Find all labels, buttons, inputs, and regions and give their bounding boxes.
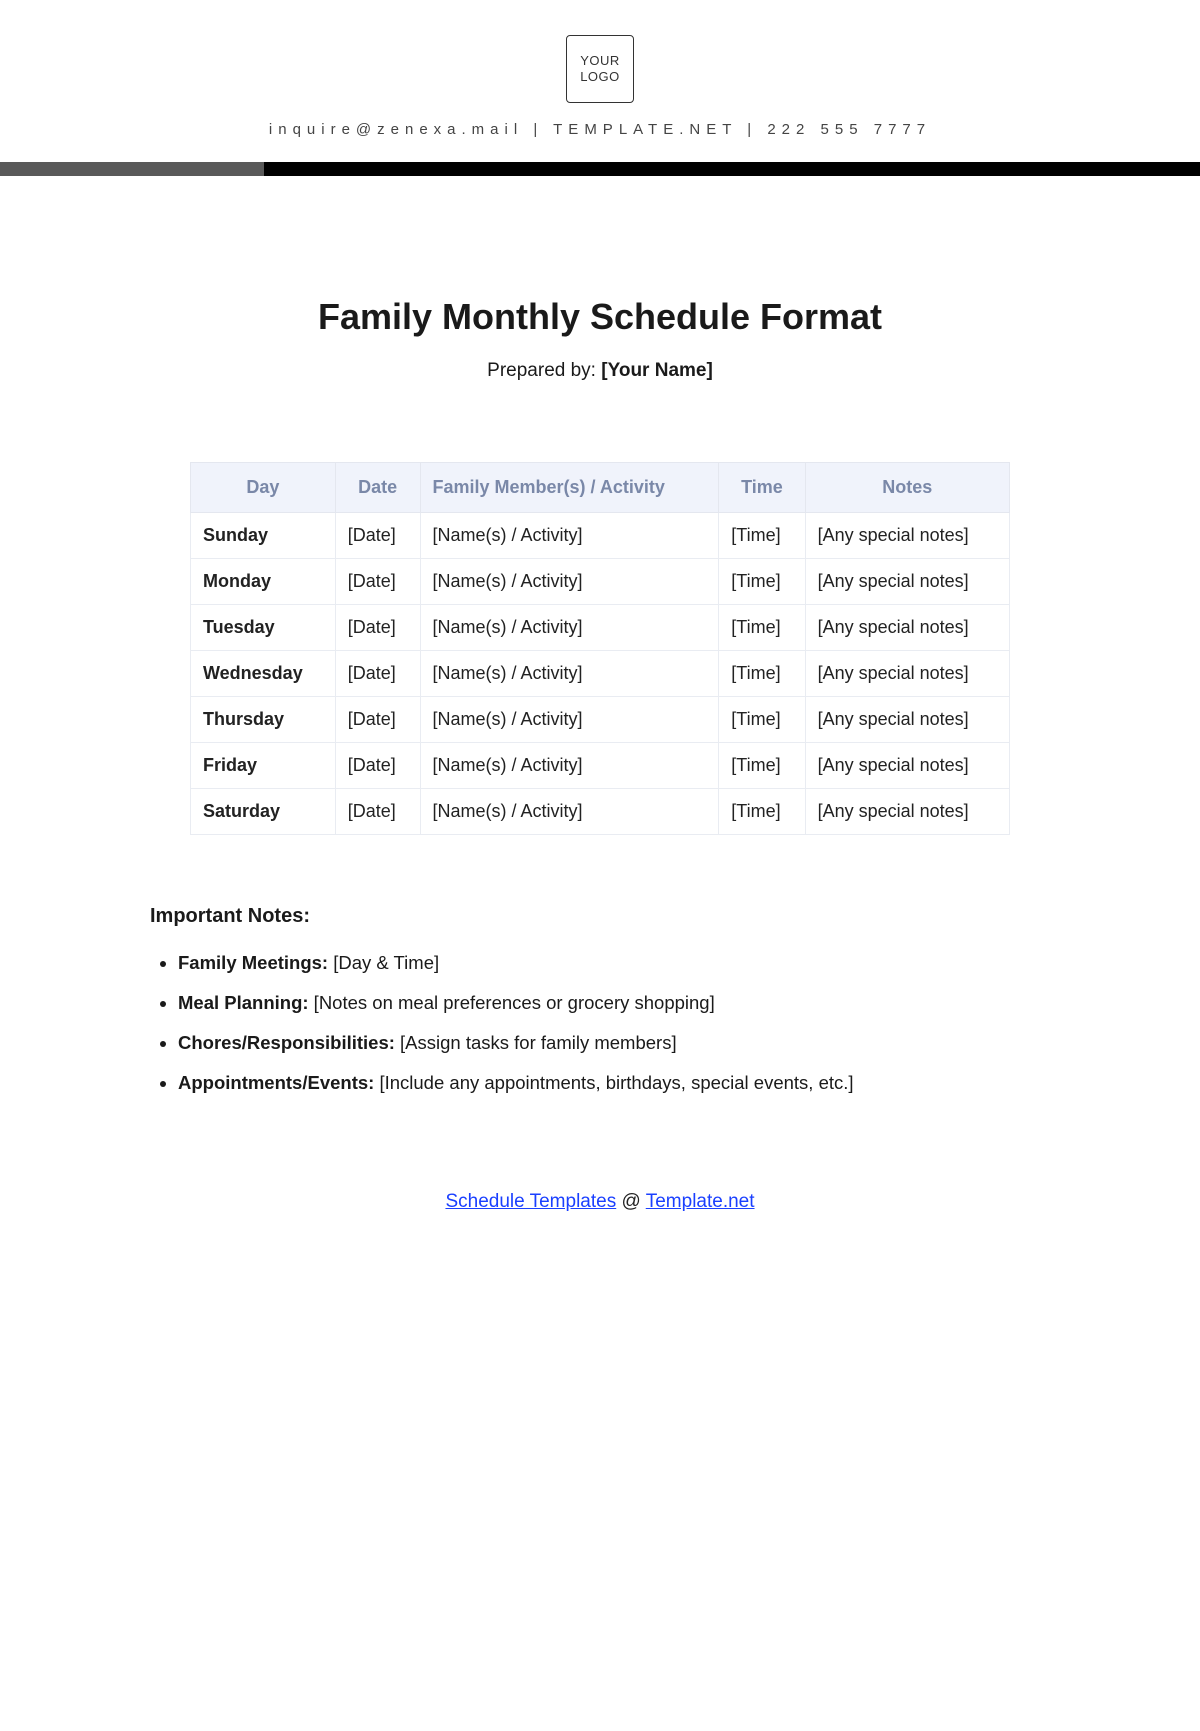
cell-date: [Date]: [335, 513, 420, 559]
cell-day: Sunday: [191, 513, 336, 559]
cell-notes: [Any special notes]: [805, 697, 1009, 743]
cell-time: [Time]: [719, 743, 805, 789]
cell-activity: [Name(s) / Activity]: [420, 559, 719, 605]
table-row: Tuesday[Date][Name(s) / Activity][Time][…: [191, 605, 1010, 651]
cell-date: [Date]: [335, 697, 420, 743]
table-header-row: Day Date Family Member(s) / Activity Tim…: [191, 463, 1010, 513]
note-value: [Notes on meal preferences or grocery sh…: [309, 992, 715, 1013]
main-content: Family Monthly Schedule Format Prepared …: [135, 296, 1065, 1213]
table-row: Friday[Date][Name(s) / Activity][Time][A…: [191, 743, 1010, 789]
logo-line-2: LOGO: [580, 69, 620, 85]
divider-segment-gray: [0, 162, 264, 176]
cell-date: [Date]: [335, 559, 420, 605]
col-notes: Notes: [805, 463, 1009, 513]
col-time: Time: [719, 463, 805, 513]
col-activity: Family Member(s) / Activity: [420, 463, 719, 513]
document-page: YOUR LOGO inquire@zenexa.mail | TEMPLATE…: [0, 35, 1200, 1213]
cell-time: [Time]: [719, 605, 805, 651]
cell-notes: [Any special notes]: [805, 743, 1009, 789]
cell-time: [Time]: [719, 789, 805, 835]
notes-section: Important Notes: Family Meetings: [Day &…: [150, 905, 1050, 1096]
table-row: Wednesday[Date][Name(s) / Activity][Time…: [191, 651, 1010, 697]
list-item: Meal Planning: [Notes on meal preference…: [178, 990, 1050, 1016]
divider-segment-black: [264, 162, 1200, 176]
table-row: Saturday[Date][Name(s) / Activity][Time]…: [191, 789, 1010, 835]
cell-time: [Time]: [719, 559, 805, 605]
col-date: Date: [335, 463, 420, 513]
cell-time: [Time]: [719, 697, 805, 743]
cell-date: [Date]: [335, 651, 420, 697]
cell-notes: [Any special notes]: [805, 789, 1009, 835]
footer-link-template-net[interactable]: Template.net: [646, 1191, 755, 1212]
cell-activity: [Name(s) / Activity]: [420, 513, 719, 559]
cell-notes: [Any special notes]: [805, 559, 1009, 605]
list-item: Appointments/Events: [Include any appoin…: [178, 1070, 1050, 1096]
cell-activity: [Name(s) / Activity]: [420, 697, 719, 743]
table-row: Monday[Date][Name(s) / Activity][Time][A…: [191, 559, 1010, 605]
note-value: [Assign tasks for family members]: [395, 1032, 677, 1053]
cell-time: [Time]: [719, 651, 805, 697]
cell-activity: [Name(s) / Activity]: [420, 743, 719, 789]
cell-activity: [Name(s) / Activity]: [420, 651, 719, 697]
cell-date: [Date]: [335, 789, 420, 835]
note-key: Meal Planning:: [178, 992, 309, 1013]
note-value: [Include any appointments, birthdays, sp…: [374, 1072, 853, 1093]
cell-day: Saturday: [191, 789, 336, 835]
logo-line-1: YOUR: [580, 53, 620, 69]
list-item: Chores/Responsibilities: [Assign tasks f…: [178, 1030, 1050, 1056]
cell-notes: [Any special notes]: [805, 605, 1009, 651]
table-row: Sunday[Date][Name(s) / Activity][Time][A…: [191, 513, 1010, 559]
table-row: Thursday[Date][Name(s) / Activity][Time]…: [191, 697, 1010, 743]
cell-activity: [Name(s) / Activity]: [420, 789, 719, 835]
logo-placeholder: YOUR LOGO: [566, 35, 634, 103]
note-key: Appointments/Events:: [178, 1072, 374, 1093]
prepared-by-label: Prepared by:: [487, 360, 601, 381]
cell-day: Thursday: [191, 697, 336, 743]
prepared-by-value: [Your Name]: [601, 360, 713, 381]
notes-list: Family Meetings: [Day & Time] Meal Planni…: [150, 950, 1050, 1096]
page-title: Family Monthly Schedule Format: [135, 296, 1065, 338]
col-day: Day: [191, 463, 336, 513]
note-value: [Day & Time]: [328, 952, 439, 973]
cell-day: Friday: [191, 743, 336, 789]
cell-notes: [Any special notes]: [805, 513, 1009, 559]
cell-time: [Time]: [719, 513, 805, 559]
cell-day: Tuesday: [191, 605, 336, 651]
notes-heading: Important Notes:: [150, 905, 1050, 928]
footer-links: Schedule Templates @ Template.net: [135, 1191, 1065, 1213]
header-contact-info: inquire@zenexa.mail | TEMPLATE.NET | 222…: [0, 121, 1200, 138]
note-key: Chores/Responsibilities:: [178, 1032, 395, 1053]
list-item: Family Meetings: [Day & Time]: [178, 950, 1050, 976]
prepared-by-line: Prepared by: [Your Name]: [135, 360, 1065, 382]
cell-day: Wednesday: [191, 651, 336, 697]
note-key: Family Meetings:: [178, 952, 328, 973]
footer-link-schedule-templates[interactable]: Schedule Templates: [445, 1191, 616, 1212]
footer-at: @: [616, 1191, 646, 1212]
header-divider: [0, 162, 1200, 176]
cell-notes: [Any special notes]: [805, 651, 1009, 697]
cell-day: Monday: [191, 559, 336, 605]
cell-activity: [Name(s) / Activity]: [420, 605, 719, 651]
cell-date: [Date]: [335, 605, 420, 651]
cell-date: [Date]: [335, 743, 420, 789]
schedule-table: Day Date Family Member(s) / Activity Tim…: [190, 462, 1010, 835]
